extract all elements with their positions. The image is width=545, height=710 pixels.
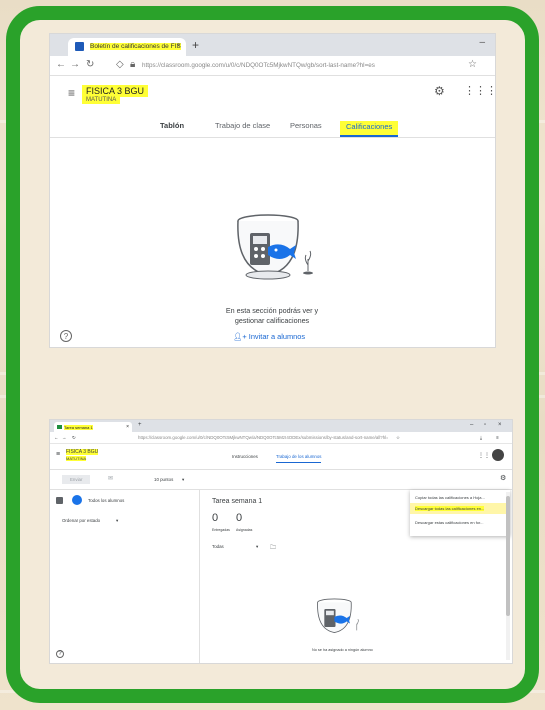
course-subtitle: MATUTINA [82,96,121,104]
points-select[interactable]: 10 puntos [154,477,173,482]
turned-in-count: 0 [212,512,219,524]
maximize-window-icon[interactable]: ▫ [484,422,486,428]
back-arrow-icon[interactable]: ← [56,59,66,70]
bookmark-star-icon[interactable]: ☆ [396,435,400,441]
address-bar: ← → ↻ https://classroom.google.com/u/0/c… [50,432,512,444]
menu-item-copy-sheets[interactable]: Copiar todas las calificaciones a Hoja..… [410,492,510,503]
empty-state-line-1: En esta sección podrás ver y [225,306,319,315]
browser-tab-title: Tarea semana 1 [64,425,93,430]
reload-icon[interactable]: ↻ [72,435,76,441]
browser-tab-title: Boletín de calificaciones de FIS [90,43,181,50]
assignment-favicon-icon [57,425,62,429]
select-all-checkbox[interactable] [56,497,63,504]
help-icon[interactable]: ? [56,650,64,658]
lock-icon[interactable]: 🔒︎ [130,59,135,70]
menu-item-download-all[interactable]: Descargar todas las calificaciones en... [410,503,510,514]
course-title[interactable]: FISICA 3 BGU [66,449,99,455]
grading-toolbar: Enviar ✉ 10 puntos ▾ ⚙ [50,470,512,490]
assigned-count: 0 [236,512,243,524]
menu-item-download-all-label: Descargar todas las calificaciones en... [415,506,485,511]
new-tab-button[interactable]: + [138,422,142,428]
add-person-icon: 👤︎+ [233,332,249,341]
tab-trabajo-de-clase[interactable]: Trabajo de clase [215,121,270,130]
empty-state-message: No se ha asignado a ningún alumno [312,648,373,652]
main-menu-icon[interactable]: ≡ [68,86,75,100]
address-bar: ← → ↻ ◇ 🔒︎ https://classroom.google.com/… [50,56,495,76]
course-subtitle: MATUTINA [66,456,87,461]
folder-icon[interactable]: 🗀 [270,543,276,553]
browser-tab-bar: Boletín de calificaciones de FIS × + – [50,34,495,56]
close-window-icon[interactable]: × [498,422,502,428]
browser-menu-icon[interactable]: ≡ [496,435,499,440]
empty-bowl-illustration [237,214,313,280]
empty-state-message: En esta sección podrás ver y gestionar c… [172,306,372,326]
menu-item-download-these[interactable]: Descargar estas calificaciones en for... [410,517,510,528]
minimize-window-icon[interactable]: – [470,422,473,428]
tab-tablon[interactable]: Tablón [160,121,184,130]
help-icon[interactable]: ? [60,330,72,342]
invite-students-link[interactable]: 👤︎+ Invitar a alumnos [233,332,305,341]
apps-grid-icon[interactable]: ⋮⋮ [478,452,490,459]
screenshot-grades-page: Boletín de calificaciones de FIS × + – ←… [50,34,495,347]
classroom-header: ≡ FISICA 3 BGU MATUTINA Instrucciones Tr… [50,444,512,470]
back-arrow-icon[interactable]: ← [54,435,58,440]
grades-download-menu: Copiar todas las calificaciones a Hoja..… [410,490,510,536]
download-icon[interactable]: ⤓ [480,435,482,440]
apps-grid-icon[interactable]: ⋮⋮⋮ [464,84,495,97]
close-tab-icon[interactable]: × [176,41,181,50]
turned-in-label: Entregadas [212,528,230,532]
all-students-label[interactable]: Todos los alumnos [88,498,124,503]
mail-icon[interactable]: ✉ [108,475,113,482]
empty-state-line-2: gestionar calificaciones [234,316,310,325]
avatar[interactable] [492,449,504,461]
new-tab-button[interactable]: + [192,38,199,52]
filter-select[interactable]: Todas [212,544,224,549]
group-icon [72,495,82,505]
forward-arrow-icon[interactable]: → [70,59,80,70]
bookmark-star-icon[interactable]: ☆ [468,59,477,70]
tab-personas[interactable]: Personas [290,121,322,130]
url-field[interactable]: https://classroom.google.com/u/0/c/NDQ0O… [142,59,464,73]
url-field[interactable]: https://classroom.google.com/u/0/c/NDQ0O… [138,435,388,440]
browser-tab[interactable]: Boletín de calificaciones de FIS × [68,38,186,56]
tab-instrucciones[interactable]: Instrucciones [232,454,258,459]
settings-gear-icon[interactable]: ⚙ [500,474,506,482]
shield-icon[interactable]: ◇ [116,59,124,70]
course-tabs: Tablón Trabajo de clase Personas Calific… [50,116,495,138]
assignment-title: Tarea semana 1 [212,498,263,505]
browser-tab[interactable]: Tarea semana 1 × [54,422,132,432]
chevron-down-icon[interactable]: ▾ [256,544,258,550]
students-panel: Todos los alumnos Ordenar por estado ▾ [50,490,200,663]
chevron-down-icon[interactable]: ▾ [182,477,184,483]
empty-bowl-illustration [317,598,359,633]
reload-icon[interactable]: ↻ [86,59,94,70]
scrollbar-thumb[interactable] [506,496,510,616]
main-menu-icon[interactable]: ≡ [56,451,60,458]
forward-arrow-icon[interactable]: → [62,435,66,440]
screenshot-student-work-page: Tarea semana 1 × + – ▫ × ← → ↻ https://c… [50,420,512,663]
assigned-label: Asignadas [236,528,253,532]
return-button[interactable]: Enviar [62,475,91,484]
chevron-down-icon[interactable]: ▾ [116,518,118,524]
tab-trabajo-de-los-alumnos[interactable]: Trabajo de los alumnos [276,454,322,463]
invite-students-label: Invitar a alumnos [248,332,306,341]
scrollbar[interactable] [506,492,510,660]
classroom-header: ≡ FISICA 3 BGU MATUTINA ⚙ ⋮⋮⋮ Tablón Tra… [50,76,495,138]
settings-gear-icon[interactable]: ⚙ [434,84,445,98]
browser-tab-bar: Tarea semana 1 × + – ▫ × [50,420,512,432]
close-tab-icon[interactable]: × [126,424,129,430]
tab-calificaciones[interactable]: Calificaciones [340,121,399,137]
sort-select[interactable]: Ordenar por estado [62,518,100,523]
classroom-favicon-icon [75,42,84,51]
minimize-window-icon[interactable]: – [479,37,485,48]
